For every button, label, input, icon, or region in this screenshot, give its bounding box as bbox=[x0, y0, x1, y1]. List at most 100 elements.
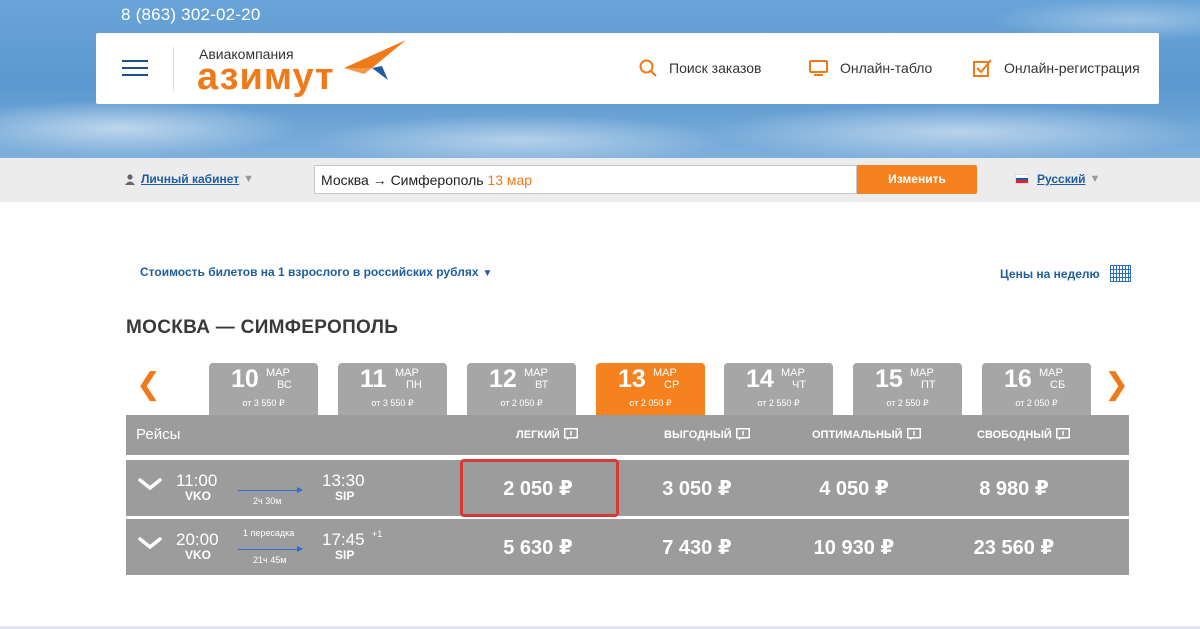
date-tab-day: 16 bbox=[1004, 365, 1032, 393]
checkbox-icon bbox=[973, 59, 992, 77]
date-tab-day: 15 bbox=[875, 365, 903, 393]
logo-wordmark[interactable]: азимут bbox=[197, 57, 335, 97]
week-prices-link[interactable]: Цены на неделю bbox=[1000, 265, 1131, 282]
date-tab-min-price: от 3 550 ₽ bbox=[371, 398, 414, 408]
header-card: Авиакомпания азимут Поиск заказов Онлайн… bbox=[96, 33, 1159, 104]
date-tab-weekday: ПН bbox=[406, 379, 422, 391]
fare-info-icon[interactable] bbox=[1055, 428, 1070, 441]
date-tab[interactable]: 12 МАР ВТ от 2 050 ₽ bbox=[467, 363, 576, 416]
fare-column-header: СВОБОДНЫЙ bbox=[977, 428, 1070, 441]
phone-number: 8 (863) 302-02-20 bbox=[121, 5, 261, 24]
date-tab-weekday: ЧТ bbox=[792, 379, 807, 391]
date-tab-month: МАР bbox=[781, 367, 805, 379]
nav-online-checkin-label: Онлайн-регистрация bbox=[1004, 60, 1140, 76]
arrival-time: 13:30 bbox=[322, 471, 365, 490]
date-tab[interactable]: 11 МАР ПН от 3 550 ₽ bbox=[338, 363, 447, 416]
fare-column-label: ОПТИМАЛЬНЫЙ bbox=[812, 428, 903, 441]
date-tab[interactable]: 14 МАР ЧТ от 2 550 ₽ bbox=[724, 363, 833, 416]
date-tab-min-price: от 2 050 ₽ bbox=[629, 398, 672, 408]
next-dates-arrow-icon[interactable]: ❯ bbox=[1104, 370, 1129, 400]
route-arrow-icon bbox=[297, 546, 303, 552]
date-tab-month: МАР bbox=[653, 367, 677, 379]
search-strip: Личный кабинет ▼ Москва → Симферополь 13… bbox=[0, 158, 1200, 202]
fare-price[interactable]: 3 050 ₽ bbox=[619, 476, 775, 501]
personal-cabinet-link[interactable]: Личный кабинет ▼ bbox=[125, 172, 254, 186]
price-currency-note[interactable]: Стоимость билетов на 1 взрослого в росси… bbox=[140, 265, 492, 279]
language-selector[interactable]: Русский ▼ bbox=[1015, 172, 1100, 186]
nav-order-search-label: Поиск заказов bbox=[669, 60, 762, 76]
date-tab-day: 11 bbox=[360, 365, 387, 393]
fare-column-label: СВОБОДНЫЙ bbox=[977, 428, 1052, 441]
date-tab-min-price: от 3 550 ₽ bbox=[242, 398, 285, 408]
change-search-button[interactable]: Изменить bbox=[857, 165, 977, 194]
selected-fare-highlight bbox=[460, 459, 619, 517]
expand-chevron-icon[interactable] bbox=[138, 478, 162, 492]
date-tab-month: МАР bbox=[395, 367, 419, 379]
monitor-icon bbox=[809, 60, 828, 76]
fare-price[interactable]: 4 050 ₽ bbox=[776, 476, 932, 501]
departure-airport: VKO bbox=[185, 489, 212, 503]
fare-column-header: ЛЕГКИЙ bbox=[516, 428, 578, 441]
chevron-down-icon: ▼ bbox=[243, 173, 254, 185]
date-tab[interactable]: 13 МАР СР от 2 050 ₽ bbox=[596, 363, 705, 416]
date-tab-weekday: СБ bbox=[1050, 379, 1066, 391]
fare-price[interactable]: 7 430 ₽ bbox=[619, 535, 775, 560]
logo-divider bbox=[173, 47, 174, 91]
next-day-marker: +1 bbox=[372, 529, 383, 539]
route-line bbox=[238, 549, 298, 550]
prev-dates-arrow-icon[interactable]: ❮ bbox=[136, 370, 161, 400]
menu-icon[interactable] bbox=[122, 60, 148, 78]
arrival-airport: SIP bbox=[335, 489, 355, 503]
route-title: МОСКВА — СИМФЕРОПОЛЬ bbox=[126, 317, 399, 338]
route-line bbox=[238, 490, 298, 491]
nav-online-board[interactable]: Онлайн-табло bbox=[809, 59, 932, 77]
route-search-field[interactable]: Москва → Симферополь 13 мар bbox=[314, 165, 857, 194]
personal-cabinet-label: Личный кабинет bbox=[141, 172, 240, 186]
date-tab-weekday: ПТ bbox=[921, 379, 936, 391]
arrival-airport: SIP bbox=[335, 548, 355, 562]
departure-time: 20:00 bbox=[176, 530, 219, 549]
date-tab-month: МАР bbox=[524, 367, 548, 379]
fare-info-icon[interactable] bbox=[563, 428, 578, 441]
date-tab[interactable]: 10 МАР ВС от 3 550 ₽ bbox=[209, 363, 318, 416]
date-tab[interactable]: 16 МАР СБ от 2 050 ₽ bbox=[982, 363, 1091, 416]
date-tab-weekday: ВТ bbox=[535, 379, 549, 391]
russia-flag-icon bbox=[1015, 174, 1029, 184]
date-tab-min-price: от 2 550 ₽ bbox=[886, 398, 929, 408]
nav-online-board-label: Онлайн-табло bbox=[840, 60, 933, 76]
date-tab-day: 12 bbox=[489, 365, 517, 393]
flight-row[interactable]: 11:00 VKO 2ч 30м 13:30 SIP 2 050 ₽3 050 ₽4 05… bbox=[126, 459, 1129, 517]
fare-price[interactable]: 10 930 ₽ bbox=[776, 535, 932, 560]
route-arrow-icon bbox=[297, 487, 303, 493]
language-label: Русский bbox=[1037, 172, 1086, 186]
departure-time: 11:00 bbox=[176, 471, 218, 490]
chevron-down-icon: ▼ bbox=[1089, 173, 1101, 185]
date-tab-day: 10 bbox=[231, 365, 259, 393]
date-tab-min-price: от 2 050 ₽ bbox=[500, 398, 543, 408]
nav-online-checkin[interactable]: Онлайн-регистрация bbox=[973, 59, 1140, 77]
flight-duration: 2ч 30м bbox=[253, 496, 282, 506]
fare-column-header: ОПТИМАЛЬНЫЙ bbox=[812, 428, 921, 441]
expand-chevron-icon[interactable] bbox=[138, 537, 162, 551]
fare-price[interactable]: 23 560 ₽ bbox=[936, 535, 1092, 560]
flight-duration: 21ч 45м bbox=[253, 555, 287, 565]
date-tab-min-price: от 2 550 ₽ bbox=[757, 398, 800, 408]
date-tab-weekday: ВС bbox=[277, 379, 292, 391]
departure-airport: VKO bbox=[185, 548, 212, 562]
fares-table-header: Рейсы ЛЕГКИЙ ВЫГОДНЫЙ ОПТИМАЛЬНЫЙ СВОБОДНЫЙ bbox=[126, 415, 1129, 455]
fare-price[interactable]: 5 630 ₽ bbox=[460, 535, 616, 560]
route-search-value: Москва → Симферополь bbox=[321, 172, 484, 188]
date-tab[interactable]: 15 МАР ПТ от 2 550 ₽ bbox=[853, 363, 962, 416]
fare-price[interactable]: 8 980 ₽ bbox=[936, 476, 1092, 501]
calendar-grid-icon bbox=[1109, 265, 1131, 282]
logo-bird-icon bbox=[344, 40, 406, 80]
date-tab-day: 14 bbox=[746, 365, 774, 393]
fare-info-icon[interactable] bbox=[735, 428, 750, 441]
route-search-date: 13 мар bbox=[487, 172, 533, 188]
nav-order-search[interactable]: Поиск заказов bbox=[639, 59, 761, 77]
flight-row[interactable]: 20:00 VKO 21ч 45м 17:45 SIP 1 пересадка +1 5 63… bbox=[126, 519, 1129, 575]
date-tab-month: МАР bbox=[910, 367, 934, 379]
date-tab-min-price: от 2 050 ₽ bbox=[1015, 398, 1058, 408]
fare-info-icon[interactable] bbox=[906, 428, 921, 441]
flights-column-label: Рейсы bbox=[136, 426, 181, 443]
